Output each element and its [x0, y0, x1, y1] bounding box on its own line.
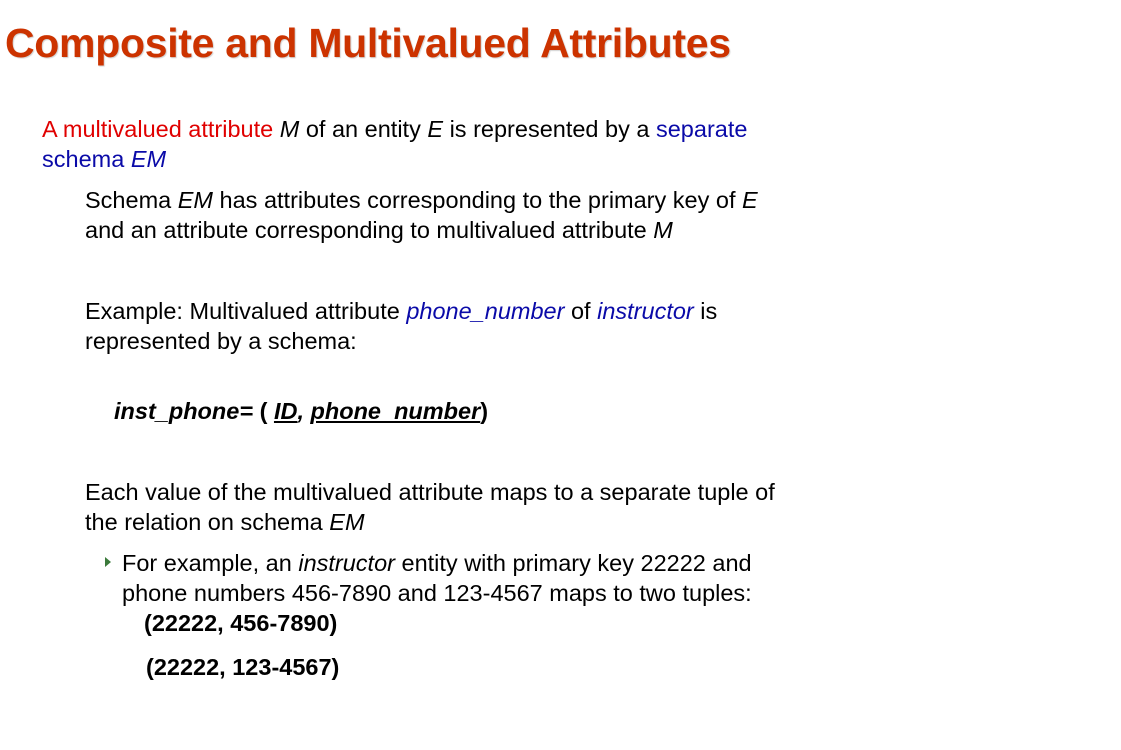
schema-attr-id: ID [273, 398, 298, 424]
para1-line1: A multivalued attribute M of an entity E… [42, 114, 747, 144]
var-m: M [279, 116, 300, 142]
sub-text: phone numbers 456-7890 and 123-4567 maps… [122, 580, 752, 606]
var-e: E [742, 187, 758, 213]
example-line2: represented by a schema: [85, 326, 357, 356]
para1-text: is represented by a [449, 116, 650, 142]
para2-line2: and an attribute corresponding to multiv… [85, 215, 673, 245]
bullet-arrow-icon [105, 557, 111, 567]
instructor-term: instructor [597, 298, 694, 324]
para3-text: the relation on schema [85, 509, 323, 535]
schema-paren: ) [480, 398, 489, 424]
para2-line1: Schema EM has attributes corresponding t… [85, 185, 758, 215]
var-em: EM [177, 187, 213, 213]
example-text: Example: Multivalued attribute [85, 298, 400, 324]
instructor-term: instructor [298, 550, 395, 576]
schema-name: inst_phone= [114, 398, 254, 424]
para2-text: and an attribute corresponding to multiv… [85, 217, 647, 243]
sub-text: entity with primary key 22222 and [401, 550, 752, 576]
tuple-2: (22222, 123-4567) [146, 654, 340, 680]
schema-comma: , [297, 398, 304, 424]
example-text: is [700, 298, 718, 324]
schema-definition: inst_phone= ( ID, phone_number) [114, 396, 488, 426]
tuple-1: (22222, 456-7890) [144, 610, 338, 636]
para3-line1: Each value of the multivalued attribute … [85, 477, 775, 507]
sub-line2: phone numbers 456-7890 and 123-4567 maps… [122, 578, 752, 608]
example-text: of [570, 298, 591, 324]
para3-text: Each value of the multivalued attribute … [85, 479, 775, 505]
sub-line1: For example, an instructor entity with p… [122, 548, 752, 578]
para1-line2: schema EM [42, 144, 166, 174]
para3-line2: the relation on schema EM [85, 507, 365, 537]
para2-text: has attributes corresponding to the prim… [219, 187, 736, 213]
example-line1: Example: Multivalued attribute phone_num… [85, 296, 717, 326]
slide-title: Composite and Multivalued Attributes [5, 20, 731, 66]
var-em: EM [329, 509, 365, 535]
schema-attr-phone: phone_number [310, 398, 481, 424]
separate-term: separate [655, 116, 748, 142]
var-e: E [427, 116, 444, 142]
para2-text: Schema [85, 187, 172, 213]
var-em: EM [130, 146, 167, 172]
var-m: M [653, 217, 673, 243]
multivalued-attribute-term: A multivalued attribute [42, 116, 274, 142]
phone-number-term: phone_number [406, 298, 565, 324]
para1-text: of an entity [305, 116, 421, 142]
schema-paren: ( [259, 398, 268, 424]
schema-term: schema [42, 146, 125, 172]
sub-text: For example, an [122, 550, 292, 576]
example-text: represented by a schema: [85, 328, 357, 354]
